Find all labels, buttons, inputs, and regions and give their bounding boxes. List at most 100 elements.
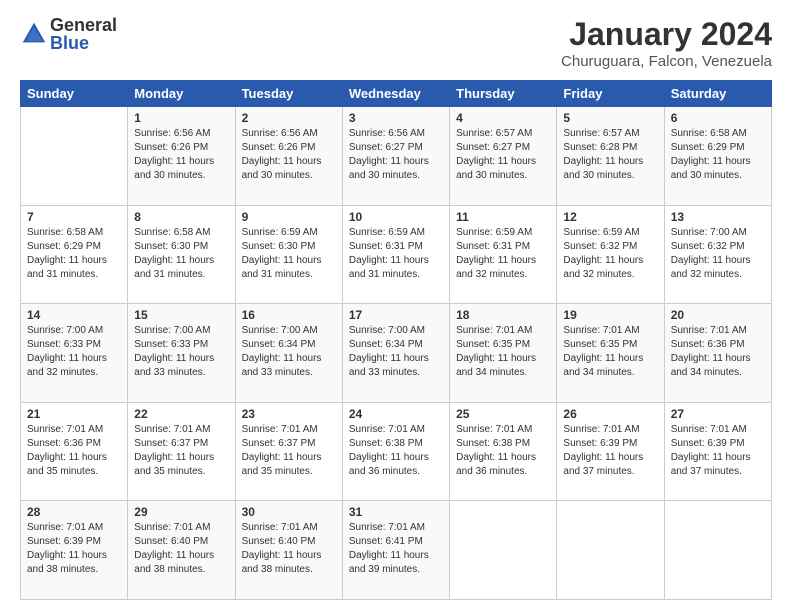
day-detail: Sunrise: 7:01 AMSunset: 6:35 PMDaylight:…	[563, 325, 643, 378]
day-detail: Sunrise: 6:59 AMSunset: 6:30 PMDaylight:…	[242, 227, 322, 280]
calendar-table: SundayMondayTuesdayWednesdayThursdayFrid…	[20, 80, 772, 600]
day-cell: 15 Sunrise: 7:00 AMSunset: 6:33 PMDaylig…	[128, 304, 235, 403]
logo: General Blue	[20, 16, 117, 52]
day-detail: Sunrise: 7:00 AMSunset: 6:34 PMDaylight:…	[242, 325, 322, 378]
day-number: 30	[242, 505, 336, 519]
day-cell: 17 Sunrise: 7:00 AMSunset: 6:34 PMDaylig…	[342, 304, 449, 403]
page: General Blue January 2024 Churuguara, Fa…	[0, 0, 792, 612]
day-number: 21	[27, 407, 121, 421]
day-number: 2	[242, 111, 336, 125]
day-cell: 26 Sunrise: 7:01 AMSunset: 6:39 PMDaylig…	[557, 402, 664, 501]
main-title: January 2024	[561, 16, 772, 53]
day-cell: 3 Sunrise: 6:56 AMSunset: 6:27 PMDayligh…	[342, 107, 449, 206]
day-detail: Sunrise: 7:01 AMSunset: 6:38 PMDaylight:…	[349, 424, 429, 477]
day-cell: 4 Sunrise: 6:57 AMSunset: 6:27 PMDayligh…	[450, 107, 557, 206]
day-number: 13	[671, 210, 765, 224]
day-detail: Sunrise: 7:00 AMSunset: 6:33 PMDaylight:…	[134, 325, 214, 378]
day-cell: 30 Sunrise: 7:01 AMSunset: 6:40 PMDaylig…	[235, 501, 342, 600]
day-cell	[450, 501, 557, 600]
day-detail: Sunrise: 7:01 AMSunset: 6:35 PMDaylight:…	[456, 325, 536, 378]
header-day-sunday: Sunday	[21, 81, 128, 107]
day-number: 17	[349, 308, 443, 322]
day-detail: Sunrise: 7:01 AMSunset: 6:36 PMDaylight:…	[671, 325, 751, 378]
day-number: 10	[349, 210, 443, 224]
day-number: 1	[134, 111, 228, 125]
day-cell: 5 Sunrise: 6:57 AMSunset: 6:28 PMDayligh…	[557, 107, 664, 206]
day-number: 15	[134, 308, 228, 322]
day-number: 24	[349, 407, 443, 421]
logo-icon	[20, 20, 48, 48]
day-cell: 9 Sunrise: 6:59 AMSunset: 6:30 PMDayligh…	[235, 205, 342, 304]
day-number: 4	[456, 111, 550, 125]
header-day-saturday: Saturday	[664, 81, 771, 107]
day-detail: Sunrise: 6:57 AMSunset: 6:28 PMDaylight:…	[563, 128, 643, 181]
day-number: 5	[563, 111, 657, 125]
day-number: 12	[563, 210, 657, 224]
day-number: 23	[242, 407, 336, 421]
day-cell: 21 Sunrise: 7:01 AMSunset: 6:36 PMDaylig…	[21, 402, 128, 501]
day-cell	[557, 501, 664, 600]
header-day-tuesday: Tuesday	[235, 81, 342, 107]
day-number: 16	[242, 308, 336, 322]
day-detail: Sunrise: 6:56 AMSunset: 6:27 PMDaylight:…	[349, 128, 429, 181]
day-cell: 10 Sunrise: 6:59 AMSunset: 6:31 PMDaylig…	[342, 205, 449, 304]
day-number: 31	[349, 505, 443, 519]
day-detail: Sunrise: 7:01 AMSunset: 6:37 PMDaylight:…	[134, 424, 214, 477]
day-detail: Sunrise: 6:59 AMSunset: 6:31 PMDaylight:…	[349, 227, 429, 280]
day-number: 29	[134, 505, 228, 519]
day-cell: 20 Sunrise: 7:01 AMSunset: 6:36 PMDaylig…	[664, 304, 771, 403]
day-cell: 18 Sunrise: 7:01 AMSunset: 6:35 PMDaylig…	[450, 304, 557, 403]
day-cell: 19 Sunrise: 7:01 AMSunset: 6:35 PMDaylig…	[557, 304, 664, 403]
day-cell: 1 Sunrise: 6:56 AMSunset: 6:26 PMDayligh…	[128, 107, 235, 206]
week-row-3: 21 Sunrise: 7:01 AMSunset: 6:36 PMDaylig…	[21, 402, 772, 501]
day-cell	[664, 501, 771, 600]
day-cell: 14 Sunrise: 7:00 AMSunset: 6:33 PMDaylig…	[21, 304, 128, 403]
day-detail: Sunrise: 7:01 AMSunset: 6:37 PMDaylight:…	[242, 424, 322, 477]
week-row-1: 7 Sunrise: 6:58 AMSunset: 6:29 PMDayligh…	[21, 205, 772, 304]
day-number: 22	[134, 407, 228, 421]
day-detail: Sunrise: 6:59 AMSunset: 6:32 PMDaylight:…	[563, 227, 643, 280]
logo-blue: Blue	[50, 34, 117, 52]
day-detail: Sunrise: 7:01 AMSunset: 6:39 PMDaylight:…	[563, 424, 643, 477]
day-detail: Sunrise: 6:56 AMSunset: 6:26 PMDaylight:…	[134, 128, 214, 181]
day-detail: Sunrise: 7:01 AMSunset: 6:40 PMDaylight:…	[242, 522, 322, 575]
day-detail: Sunrise: 7:01 AMSunset: 6:38 PMDaylight:…	[456, 424, 536, 477]
day-detail: Sunrise: 7:01 AMSunset: 6:41 PMDaylight:…	[349, 522, 429, 575]
day-detail: Sunrise: 7:01 AMSunset: 6:39 PMDaylight:…	[27, 522, 107, 575]
header: General Blue January 2024 Churuguara, Fa…	[20, 16, 772, 70]
day-cell: 24 Sunrise: 7:01 AMSunset: 6:38 PMDaylig…	[342, 402, 449, 501]
day-detail: Sunrise: 7:01 AMSunset: 6:36 PMDaylight:…	[27, 424, 107, 477]
day-cell: 23 Sunrise: 7:01 AMSunset: 6:37 PMDaylig…	[235, 402, 342, 501]
week-row-4: 28 Sunrise: 7:01 AMSunset: 6:39 PMDaylig…	[21, 501, 772, 600]
day-detail: Sunrise: 6:58 AMSunset: 6:29 PMDaylight:…	[671, 128, 751, 181]
day-number: 8	[134, 210, 228, 224]
day-number: 6	[671, 111, 765, 125]
header-day-wednesday: Wednesday	[342, 81, 449, 107]
header-day-thursday: Thursday	[450, 81, 557, 107]
day-number: 14	[27, 308, 121, 322]
day-number: 20	[671, 308, 765, 322]
day-cell: 29 Sunrise: 7:01 AMSunset: 6:40 PMDaylig…	[128, 501, 235, 600]
day-number: 9	[242, 210, 336, 224]
header-day-monday: Monday	[128, 81, 235, 107]
day-cell: 25 Sunrise: 7:01 AMSunset: 6:38 PMDaylig…	[450, 402, 557, 501]
day-detail: Sunrise: 7:00 AMSunset: 6:33 PMDaylight:…	[27, 325, 107, 378]
day-detail: Sunrise: 7:00 AMSunset: 6:34 PMDaylight:…	[349, 325, 429, 378]
day-cell: 13 Sunrise: 7:00 AMSunset: 6:32 PMDaylig…	[664, 205, 771, 304]
week-row-2: 14 Sunrise: 7:00 AMSunset: 6:33 PMDaylig…	[21, 304, 772, 403]
day-cell: 12 Sunrise: 6:59 AMSunset: 6:32 PMDaylig…	[557, 205, 664, 304]
day-number: 7	[27, 210, 121, 224]
day-cell: 7 Sunrise: 6:58 AMSunset: 6:29 PMDayligh…	[21, 205, 128, 304]
day-cell: 8 Sunrise: 6:58 AMSunset: 6:30 PMDayligh…	[128, 205, 235, 304]
subtitle: Churuguara, Falcon, Venezuela	[561, 53, 772, 70]
day-number: 18	[456, 308, 550, 322]
day-cell	[21, 107, 128, 206]
day-detail: Sunrise: 6:58 AMSunset: 6:30 PMDaylight:…	[134, 227, 214, 280]
day-detail: Sunrise: 6:56 AMSunset: 6:26 PMDaylight:…	[242, 128, 322, 181]
day-number: 27	[671, 407, 765, 421]
day-cell: 11 Sunrise: 6:59 AMSunset: 6:31 PMDaylig…	[450, 205, 557, 304]
day-detail: Sunrise: 6:57 AMSunset: 6:27 PMDaylight:…	[456, 128, 536, 181]
week-row-0: 1 Sunrise: 6:56 AMSunset: 6:26 PMDayligh…	[21, 107, 772, 206]
day-detail: Sunrise: 7:00 AMSunset: 6:32 PMDaylight:…	[671, 227, 751, 280]
logo-text: General Blue	[50, 16, 117, 52]
